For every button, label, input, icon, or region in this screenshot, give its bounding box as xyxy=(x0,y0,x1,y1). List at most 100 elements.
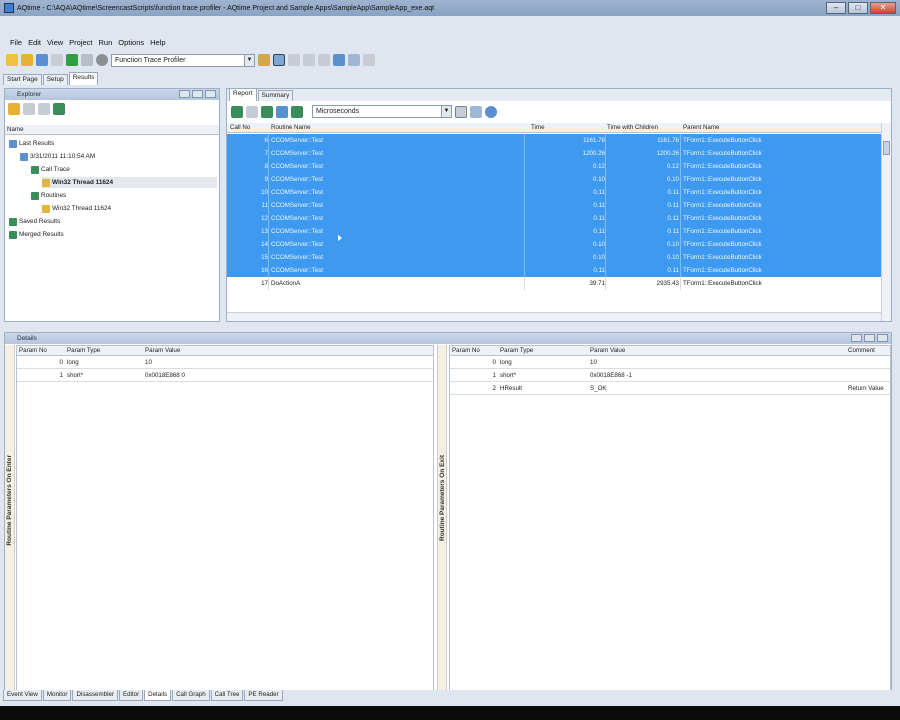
table-row[interactable]: 10 CCOMServer::Test 0.11 0.11 TForm1::Execut… xyxy=(227,186,881,199)
tab-setup[interactable]: Setup xyxy=(42,74,68,85)
settings-icon[interactable] xyxy=(51,54,63,66)
table-row[interactable]: 13 CCOMServer::Test 0.11 0.11 TForm1::Execut… xyxy=(227,225,881,238)
exit-col-param-value[interactable]: Param Value xyxy=(590,346,625,356)
menu-edit[interactable]: Edit xyxy=(28,38,41,47)
exit-col-param-type[interactable]: Param Type xyxy=(500,346,533,356)
report-hscroll[interactable] xyxy=(227,312,881,321)
tree-node[interactable]: Routines xyxy=(31,190,66,201)
col-time[interactable]: Time xyxy=(531,123,545,133)
new-project-icon[interactable] xyxy=(6,54,18,66)
table-row[interactable]: 15 CCOMServer::Test 0.10 0.10 TForm1::Execut… xyxy=(227,251,881,264)
menu-view[interactable]: View xyxy=(47,38,63,47)
col-time-with-children[interactable]: Time with Children xyxy=(607,123,658,133)
profiler-gear-icon[interactable] xyxy=(96,54,108,66)
tab-details[interactable]: Details xyxy=(144,690,172,701)
profiler-select[interactable]: Function Trace Profiler ▼ xyxy=(111,53,255,67)
table-row[interactable]: 8 CCOMServer::Test 0.12 0.12 TForm1::Execute… xyxy=(227,160,881,173)
tab-event-view[interactable]: Event View xyxy=(3,690,42,701)
explorer-name-column[interactable]: Name xyxy=(7,125,24,135)
link-icon[interactable] xyxy=(348,54,360,66)
tree-node[interactable]: Win32 Thread 11624 xyxy=(42,203,111,214)
close-icon[interactable] xyxy=(363,54,375,66)
save-icon[interactable] xyxy=(36,54,48,66)
exit-col-param-no[interactable]: Param No xyxy=(452,346,480,356)
tab-editor[interactable]: Editor xyxy=(118,690,144,701)
tree-node[interactable]: 3/31/2011 11:10:54 AM xyxy=(20,151,95,162)
menu-project[interactable]: Project xyxy=(69,38,92,47)
close-button[interactable]: ✕ xyxy=(870,2,896,14)
dock-icon[interactable] xyxy=(192,90,203,98)
dock-icon[interactable] xyxy=(864,334,875,342)
print-icon[interactable] xyxy=(246,105,258,118)
open-project-icon[interactable] xyxy=(21,54,33,66)
tree-node-label: Win32 Thread 11624 xyxy=(52,205,112,212)
tree-node[interactable]: Saved Results xyxy=(9,216,60,227)
close-icon[interactable] xyxy=(205,90,216,98)
export-icon[interactable] xyxy=(231,105,243,118)
columns-icon[interactable] xyxy=(291,105,303,118)
search-icon[interactable] xyxy=(258,54,270,66)
table-row[interactable]: 1 short* 0x0018E868 -1 xyxy=(450,370,890,382)
enter-col-param-no[interactable]: Param No xyxy=(19,346,47,356)
table-row[interactable]: 16 CCOMServer::Test 0.11 0.11 TForm1::Execut… xyxy=(227,264,881,277)
menu-file[interactable]: File xyxy=(10,38,22,47)
compare-icon[interactable] xyxy=(38,103,50,115)
table-row[interactable]: 14 CCOMServer::Test 0.10 0.10 TForm1::Execut… xyxy=(227,238,881,251)
tab-summary[interactable]: Summary xyxy=(257,90,294,101)
tree-node[interactable]: Last Results xyxy=(9,138,54,149)
export-icon[interactable] xyxy=(53,103,65,115)
close-icon[interactable] xyxy=(877,334,888,342)
table-row[interactable]: 11 CCOMServer::Test 0.11 0.11 TForm1::Execut… xyxy=(227,199,881,212)
col-routine-name[interactable]: Routine Name xyxy=(271,123,311,133)
tree-node[interactable]: Win32 Thread 11624 xyxy=(42,177,217,188)
tree-node[interactable]: Call Trace xyxy=(31,164,70,175)
find-icon[interactable] xyxy=(455,105,467,118)
table-row[interactable]: 0 long 10 xyxy=(450,357,890,369)
menu-help[interactable]: Help xyxy=(150,38,165,47)
pin-icon[interactable] xyxy=(179,90,190,98)
tab-pe-reader[interactable]: PE Reader xyxy=(244,690,283,701)
col-call-no[interactable]: Call No xyxy=(230,123,250,133)
minimize-button[interactable]: – xyxy=(826,2,846,14)
globe-icon[interactable] xyxy=(485,105,497,118)
sort-icon[interactable] xyxy=(470,105,482,118)
report-vscroll[interactable] xyxy=(881,123,891,321)
filter-icon[interactable] xyxy=(261,105,273,118)
table-row[interactable]: 17 DoActionA 39.71 2935.43 TForm1::ExecuteBu… xyxy=(227,277,881,290)
tab-call-tree[interactable]: Call Tree xyxy=(210,690,244,701)
table-row[interactable]: 2 HResult S_OK Return Value xyxy=(450,383,890,395)
menu-run[interactable]: Run xyxy=(99,38,113,47)
units-select[interactable]: Microseconds ▼ xyxy=(312,105,452,118)
col-parent-name[interactable]: Parent Name xyxy=(683,123,719,133)
pause-icon[interactable] xyxy=(81,54,93,66)
tab-call-graph[interactable]: Call Graph xyxy=(172,690,210,701)
window-icon[interactable] xyxy=(333,54,345,66)
compare-icon[interactable] xyxy=(288,54,300,66)
run-icon[interactable] xyxy=(66,54,78,66)
copy-icon[interactable] xyxy=(23,103,35,115)
pin-icon[interactable] xyxy=(851,334,862,342)
folder-icon[interactable] xyxy=(8,103,20,115)
view-icon[interactable] xyxy=(273,54,285,66)
tab-monitor[interactable]: Monitor xyxy=(42,690,72,701)
table-row[interactable]: 12 CCOMServer::Test 0.11 0.11 TForm1::Execut… xyxy=(227,212,881,225)
enter-col-param-type[interactable]: Param Type xyxy=(67,346,100,356)
table-row[interactable]: 7 CCOMServer::Test 1200.26 1200.26 TForm1::E… xyxy=(227,147,881,160)
tab-results[interactable]: Results xyxy=(68,72,99,85)
grid-icon[interactable] xyxy=(276,105,288,118)
tab-report[interactable]: Report xyxy=(229,88,257,101)
maximize-button[interactable]: □ xyxy=(848,2,868,14)
tab-disassembler[interactable]: Disassembler xyxy=(72,690,118,701)
cell-time: 1200.26 xyxy=(582,150,605,157)
table-row[interactable]: 1 short* 0x0018E868 0 xyxy=(17,370,433,382)
table-row[interactable]: 0 long 10 xyxy=(17,357,433,369)
export-icon[interactable] xyxy=(318,54,330,66)
tab-start-page[interactable]: Start Page xyxy=(3,74,42,85)
merge-icon[interactable] xyxy=(303,54,315,66)
exit-col-comment[interactable]: Comment xyxy=(848,346,875,356)
table-row[interactable]: 6 CCOMServer::Test 1161.78 1161.78 TForm1::E… xyxy=(227,134,881,147)
tree-node[interactable]: Merged Results xyxy=(9,229,64,240)
table-row[interactable]: 9 CCOMServer::Test 0.10 0.10 TForm1::Execute… xyxy=(227,173,881,186)
enter-col-param-value[interactable]: Param Value xyxy=(145,346,180,356)
menu-options[interactable]: Options xyxy=(118,38,144,47)
